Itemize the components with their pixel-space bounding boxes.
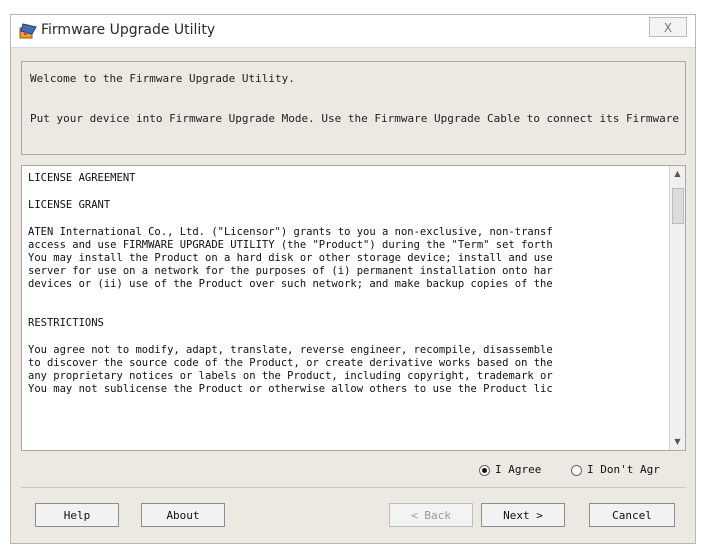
- welcome-message: Welcome to the Firmware Upgrade Utility.: [30, 72, 295, 85]
- title-bar: Firmware Upgrade Utility X: [11, 15, 695, 48]
- license-heading-agreement: LICENSE AGREEMENT: [28, 172, 136, 184]
- firmware-upgrade-window: Firmware Upgrade Utility X Welcome to th…: [10, 14, 696, 544]
- close-button[interactable]: X: [649, 17, 687, 37]
- license-line: You may install the Product on a hard di…: [28, 252, 553, 264]
- license-line: devices or (ii) use of the Product over …: [28, 278, 553, 290]
- help-button[interactable]: Help: [35, 503, 119, 527]
- app-icon: [19, 23, 37, 39]
- license-line: server for use on a network for the purp…: [28, 265, 553, 277]
- license-line: any proprietary notices or labels on the…: [28, 370, 553, 382]
- close-icon: X: [663, 21, 673, 35]
- license-line: You may not sublicense the Product or ot…: [28, 383, 553, 395]
- scroll-up-arrow-icon[interactable]: ▲: [670, 166, 685, 182]
- about-button[interactable]: About: [141, 503, 225, 527]
- agreement-options: I Agree I Don't Agr: [11, 463, 695, 483]
- back-button[interactable]: < Back: [389, 503, 473, 527]
- license-line: You agree not to modify, adapt, translat…: [28, 344, 553, 356]
- welcome-panel: Welcome to the Firmware Upgrade Utility.…: [21, 61, 686, 155]
- instruction-message: Put your device into Firmware Upgrade Mo…: [30, 112, 680, 125]
- button-divider: [21, 487, 686, 488]
- license-agreement-box[interactable]: LICENSE AGREEMENT LICENSE GRANT ATEN Int…: [21, 165, 686, 451]
- window-title: Firmware Upgrade Utility: [41, 22, 216, 38]
- disagree-radio[interactable]: [571, 465, 582, 476]
- scrollbar-thumb[interactable]: [672, 188, 684, 224]
- agree-radio[interactable]: [479, 465, 490, 476]
- disagree-label[interactable]: I Don't Agr: [587, 463, 660, 476]
- license-heading-grant: LICENSE GRANT: [28, 199, 111, 211]
- cancel-button[interactable]: Cancel: [589, 503, 675, 527]
- agree-label[interactable]: I Agree: [495, 463, 541, 476]
- license-text-area: LICENSE AGREEMENT LICENSE GRANT ATEN Int…: [28, 172, 668, 444]
- next-button[interactable]: Next >: [481, 503, 565, 527]
- scroll-down-arrow-icon[interactable]: ▼: [670, 434, 685, 450]
- license-scrollbar[interactable]: ▲ ▼: [669, 166, 685, 450]
- license-heading-restrictions: RESTRICTIONS: [28, 317, 104, 329]
- license-line: ATEN International Co., Ltd. ("Licensor"…: [28, 226, 553, 238]
- license-line: access and use FIRMWARE UPGRADE UTILITY …: [28, 239, 553, 251]
- license-line: to discover the source code of the Produ…: [28, 357, 553, 369]
